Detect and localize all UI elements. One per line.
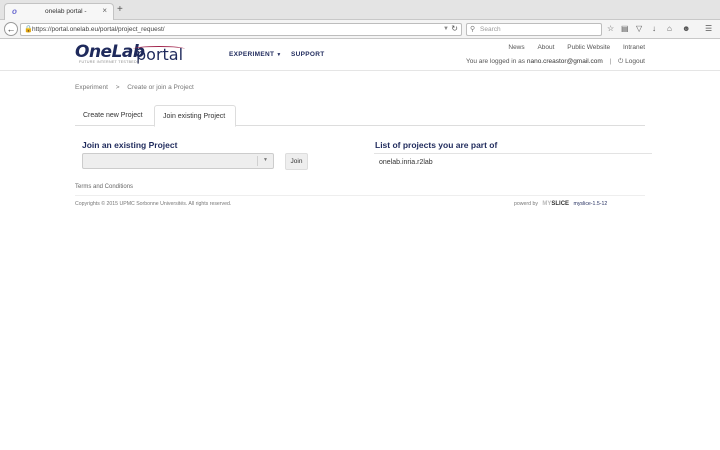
browser-tab[interactable]: o onelab portal - × <box>4 3 114 20</box>
project-tabs: Create new Project Join existing Project <box>75 105 645 127</box>
tab-create-label: Create new Project <box>83 112 143 119</box>
link-about[interactable]: About <box>537 44 554 51</box>
project-list-item[interactable]: onelab.inria.r2lab <box>379 159 433 166</box>
join-button[interactable]: Join <box>285 153 308 170</box>
logged-in-prefix: You are logged in as <box>466 58 526 65</box>
browser-search-input[interactable]: ⚲ Search <box>466 23 602 36</box>
favicon-icon: o <box>12 7 17 16</box>
myslice-logo: MYSLICE <box>542 201 569 207</box>
chat-icon[interactable]: ☻ <box>682 24 690 34</box>
nav-experiment[interactable]: EXPERIMENT ▼ <box>229 51 282 58</box>
logout-button[interactable]: ⏻ Logout <box>618 58 645 65</box>
user-email[interactable]: nano.creastor@gmail.com <box>527 58 603 65</box>
login-status: You are logged in as nano.creastor@gmail… <box>466 58 645 66</box>
select-divider <box>257 156 258 166</box>
url-text: https://portal.onelab.eu/portal/project_… <box>32 26 165 33</box>
download-icon[interactable]: ↓ <box>652 24 656 34</box>
breadcrumb-current: Create or join a Project <box>127 84 194 91</box>
utility-links: News About Public Website Intranet <box>497 44 645 51</box>
chevron-down-icon: ▼ <box>263 157 268 163</box>
chevron-down-icon: ▼ <box>276 52 282 58</box>
tab-title: onelab portal - <box>45 8 87 15</box>
power-icon: ⏻ <box>618 58 624 65</box>
nav-support[interactable]: SUPPORT <box>291 51 325 58</box>
browser-tab-bar: o onelab portal - × + <box>0 0 720 20</box>
tab-join-label: Join existing Project <box>163 113 226 120</box>
link-news[interactable]: News <box>508 44 524 51</box>
version-text: myslice-1.5-12 <box>573 201 608 207</box>
star-icon[interactable]: ☆ <box>607 24 614 34</box>
myslice-logo-brand: SLICE <box>551 201 570 207</box>
url-bar[interactable]: 🔒 https://portal.onelab.eu/portal/projec… <box>20 23 462 36</box>
back-button[interactable]: ← <box>4 22 18 36</box>
browser-nav-bar: ← 🔒 https://portal.onelab.eu/portal/proj… <box>0 20 720 39</box>
reload-icon[interactable]: ↻ <box>451 24 458 33</box>
footer-divider <box>75 195 645 196</box>
copyright-text: Copyrights © 2015 UPMC Sorbonne Universi… <box>75 201 232 207</box>
list-divider <box>374 153 652 154</box>
nav-support-label: SUPPORT <box>291 51 325 58</box>
search-placeholder: Search <box>480 26 501 33</box>
project-select[interactable]: ▼ <box>82 153 274 169</box>
dropdown-arrow-icon[interactable]: ▼ <box>443 26 449 32</box>
powered-by-label: powerd by <box>514 201 538 207</box>
back-arrow-icon: ← <box>6 24 16 34</box>
header-divider <box>0 70 720 71</box>
pocket-icon[interactable]: ▽ <box>636 24 642 34</box>
breadcrumb-root[interactable]: Experiment <box>75 84 108 91</box>
link-intranet[interactable]: Intranet <box>623 44 645 51</box>
home-icon[interactable]: ⌂ <box>667 24 672 34</box>
tab-join-project[interactable]: Join existing Project <box>154 105 236 127</box>
close-tab-icon[interactable]: × <box>102 6 107 15</box>
breadcrumb-separator: > <box>115 84 120 91</box>
tab-create-project[interactable]: Create new Project <box>75 105 153 126</box>
projects-section-title: List of projects you are part of <box>375 140 498 150</box>
terms-link[interactable]: Terms and Conditions <box>75 184 133 190</box>
logo-main-text: OneLab <box>75 42 145 62</box>
nav-experiment-label: EXPERIMENT <box>229 51 275 58</box>
menu-icon[interactable]: ☰ <box>705 24 712 34</box>
join-section-title: Join an existing Project <box>82 140 178 150</box>
link-public-website[interactable]: Public Website <box>567 44 610 51</box>
search-icon: ⚲ <box>470 26 476 33</box>
divider: | <box>609 58 612 65</box>
logo-sub-text: portal <box>136 45 184 64</box>
logout-label: Logout <box>625 58 645 65</box>
breadcrumb: Experiment > Create or join a Project <box>75 84 194 91</box>
powered-by: powerd by MYSLICE myslice-1.5-12 <box>514 201 607 207</box>
logo-tagline: FUTURE INTERNET TESTBEDS <box>79 60 140 64</box>
reading-list-icon[interactable]: ▤ <box>621 24 629 34</box>
new-tab-button[interactable]: + <box>117 5 123 15</box>
onelab-portal-logo[interactable]: OneLab portal FUTURE INTERNET TESTBEDS <box>75 42 185 66</box>
